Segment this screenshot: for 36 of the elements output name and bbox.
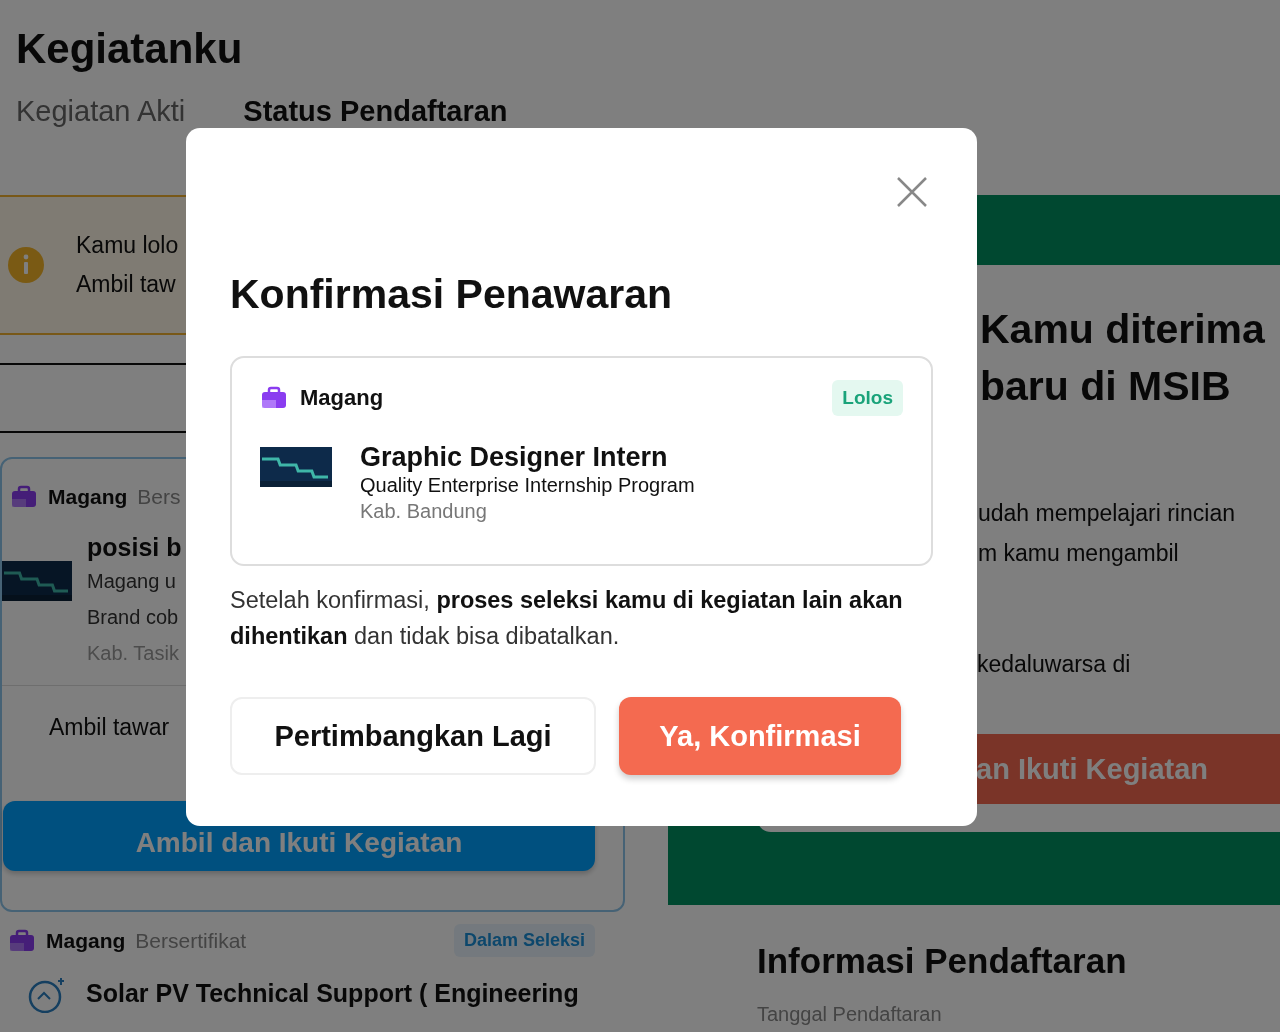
activity-title: posisi b	[87, 532, 182, 563]
offer-heading: baru di MSIB	[980, 362, 1231, 411]
status-badge: Dalam Seleksi	[453, 924, 595, 957]
program-type: Bers	[137, 485, 181, 509]
tab[interactable]: Kegiatan Akti	[16, 94, 186, 128]
offer-text: Ambil tawar	[49, 714, 170, 741]
program-label: Magang	[48, 485, 128, 509]
section-title: Informasi Pendaftaran	[757, 941, 1127, 981]
activity-detail: Magang u	[87, 569, 177, 594]
expiry-text: kedaluwarsa di	[977, 651, 1131, 678]
program-label: Magang	[46, 928, 126, 953]
activity-detail: Brand cob	[87, 605, 180, 630]
page-title: Kegiatanku	[16, 24, 244, 74]
dialog-title: Konfirmasi Penawaran	[230, 270, 674, 318]
info-icon	[8, 247, 44, 283]
tab[interactable]: Status Pendaftaran	[243, 94, 508, 128]
offer-description: udah mempelajari rincian	[978, 499, 1235, 528]
program-label: Magang	[300, 385, 384, 411]
location-text: Kab. Bandung	[360, 499, 488, 524]
cancel-button[interactable]: Pertimbangkan Lagi	[230, 697, 596, 775]
offer-heading: Kamu diterima	[980, 305, 1265, 354]
briefcase-icon	[10, 485, 38, 509]
confirm-button[interactable]: Ya, Konfirmasi	[619, 697, 901, 775]
briefcase-icon	[8, 928, 36, 953]
field-label: Tanggal Pendaftaran	[757, 1003, 942, 1026]
program-name: Quality Enterprise Internship Program	[360, 473, 695, 498]
alert-text: Kamu lolo	[76, 232, 179, 259]
briefcase-icon	[260, 386, 288, 410]
alert-text: Ambil taw	[76, 271, 177, 298]
activity-title: Solar PV Technical Support ( Engineering	[86, 978, 579, 1009]
position-title: Graphic Designer Intern	[360, 442, 669, 472]
program-type: Bersertifikat	[135, 928, 247, 953]
close-icon[interactable]	[896, 176, 928, 208]
offer-description: m kamu mengambil	[978, 539, 1179, 568]
warning-message: Setelah konfirmasi, proses seleksi kamu di kegiatan lain akan dihentikan dan tidak bisa dibatalkan.	[230, 586, 904, 651]
status-badge: Lolos	[832, 380, 903, 416]
